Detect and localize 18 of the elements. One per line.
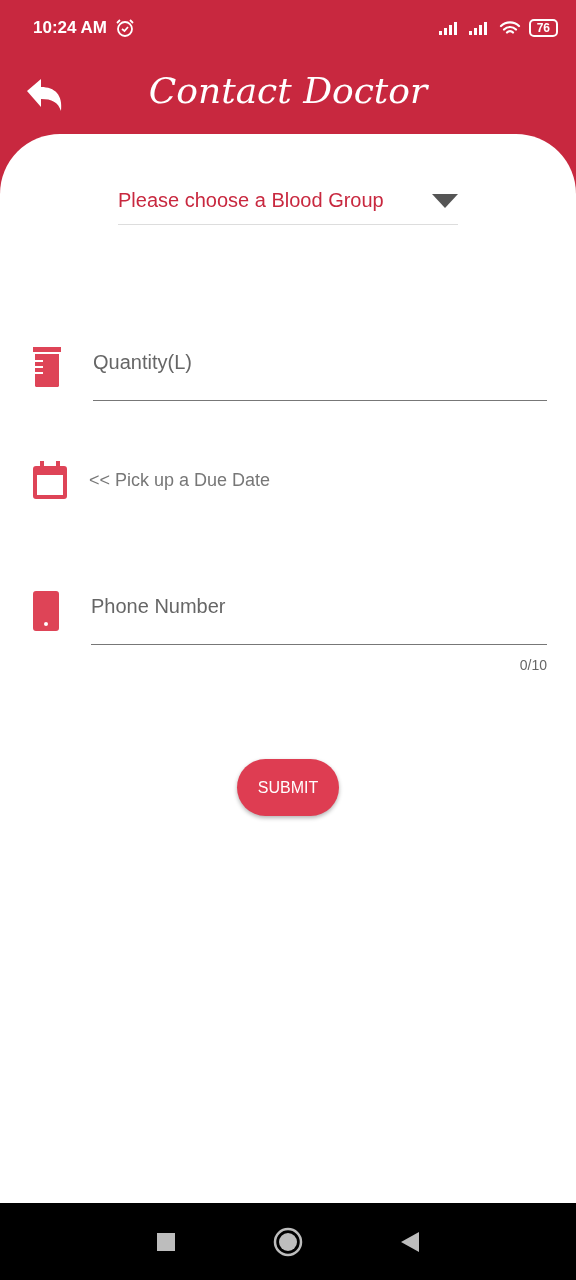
recent-apps-icon[interactable] (157, 1232, 175, 1251)
phone-field[interactable]: Phone Number (91, 595, 547, 645)
dropdown-arrow-icon (432, 193, 458, 208)
character-counter: 0/10 (519, 657, 547, 673)
calendar-icon (33, 461, 67, 499)
quantity-field[interactable]: Quantity(L) (93, 351, 547, 401)
blood-group-dropdown[interactable]: Please choose a Blood Group (118, 189, 458, 225)
wifi-icon (498, 20, 521, 36)
status-time: 10:24 AM (33, 18, 107, 38)
phone-icon (33, 591, 59, 631)
due-date-link[interactable]: << Pick up a Due Date (89, 469, 271, 491)
alarm-icon (115, 18, 135, 38)
home-icon[interactable] (273, 1226, 303, 1257)
app-title: Contact Doctor (147, 70, 430, 111)
submit-button[interactable]: SUBMIT (237, 759, 339, 816)
back-nav-icon[interactable] (401, 1231, 419, 1252)
container-icon (33, 347, 61, 387)
battery-indicator: 76 (528, 19, 558, 37)
